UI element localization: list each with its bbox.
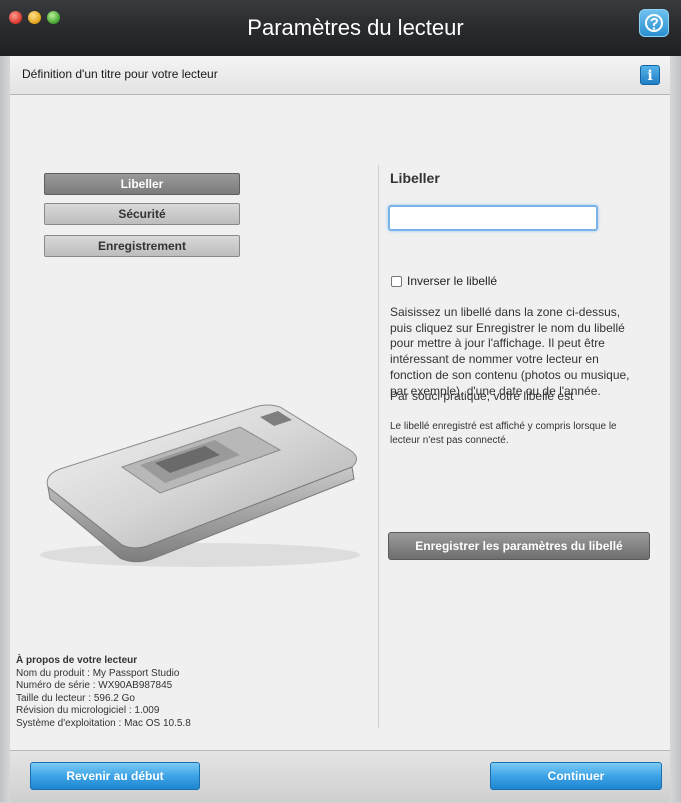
label-panel-title: Libeller bbox=[390, 170, 440, 186]
back-to-start-button[interactable]: Revenir au début bbox=[30, 762, 200, 790]
title-bar: Paramètres du lecteur bbox=[0, 0, 681, 56]
nav-item-libeller[interactable]: Libeller bbox=[44, 173, 240, 195]
operating-system: Système d'exploitation : Mac OS 10.5.8 bbox=[16, 717, 191, 729]
footer-bar: Revenir au début Continuer bbox=[10, 750, 670, 803]
section-subtitle: Définition d'un titre pour votre lecteur bbox=[22, 67, 218, 81]
continue-button[interactable]: Continuer bbox=[490, 762, 662, 790]
app-window: Paramètres du lecteur Définition d'un ti… bbox=[0, 0, 681, 803]
product-name: Nom du produit : My Passport Studio bbox=[16, 667, 180, 679]
drive-size: Taille du lecteur : 596.2 Go bbox=[16, 692, 135, 704]
serial-number: Numéro de série : WX90AB987845 bbox=[16, 680, 173, 691]
info-icon: i bbox=[647, 68, 653, 84]
invert-label-checkbox[interactable] bbox=[391, 276, 402, 287]
about-drive-info: À propos de votre lecteur Nom du produit… bbox=[16, 655, 191, 730]
nav-item-enregistrement[interactable]: Enregistrement bbox=[44, 235, 240, 257]
help-icon bbox=[645, 14, 663, 32]
label-input[interactable] bbox=[388, 205, 598, 231]
main-content: Libeller Sécurité Enregistrement À propo… bbox=[10, 95, 670, 750]
window-left-edge bbox=[0, 56, 10, 802]
label-description: Saisissez un libellé dans la zone ci-des… bbox=[390, 305, 630, 398]
nav-item-securite[interactable]: Sécurité bbox=[44, 203, 240, 225]
window-title: Paramètres du lecteur bbox=[247, 15, 464, 40]
info-button[interactable]: i bbox=[640, 65, 660, 85]
label-description-2: Par souci pratique, votre libellé est bbox=[390, 389, 574, 403]
save-label-button[interactable]: Enregistrer les paramètres du libellé bbox=[388, 532, 650, 560]
section-header: Définition d'un titre pour votre lecteur… bbox=[10, 56, 670, 95]
panel-divider bbox=[378, 165, 379, 728]
invert-label-checkbox-label[interactable]: Inverser le libellé bbox=[407, 274, 497, 288]
drive-image bbox=[40, 404, 360, 567]
window-right-edge bbox=[670, 56, 681, 802]
about-heading: À propos de votre lecteur bbox=[16, 655, 138, 666]
help-button[interactable] bbox=[639, 9, 669, 37]
firmware-revision: Révision du micrologiciel : 1.009 bbox=[16, 705, 160, 716]
label-description-3: Le libellé enregistré est affiché y comp… bbox=[390, 421, 617, 446]
